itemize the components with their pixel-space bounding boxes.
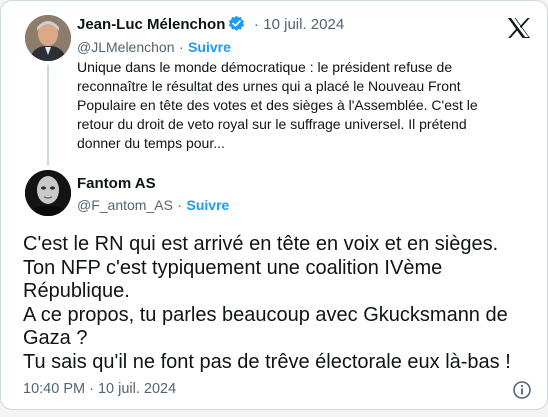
reply-text-line: Tu sais qu'il ne font pas de trêve élect… bbox=[23, 350, 511, 373]
reply-text-line: A ce propos, tu parles beaucoup avec Gku… bbox=[23, 303, 508, 326]
dot-separator: · bbox=[178, 39, 184, 55]
reply-author-name[interactable]: Fantom AS bbox=[77, 175, 156, 192]
dot-separator: · bbox=[177, 197, 183, 213]
x-logo-icon[interactable] bbox=[507, 17, 531, 39]
reply-timestamp[interactable]: 10:40 PM · 10 juil. 2024 bbox=[23, 381, 176, 397]
avatar-image bbox=[25, 15, 71, 61]
dot-separator: · bbox=[253, 16, 259, 33]
quoted-handle-row: @JLMelenchon · Suivre bbox=[77, 37, 231, 58]
quoted-date[interactable]: 10 juil. 2024 bbox=[263, 16, 344, 33]
avatar-jlmelenchon[interactable] bbox=[25, 15, 71, 61]
tweet-card: Jean-Luc Mélenchon · 10 juil. 2024 @JLMe… bbox=[0, 0, 548, 410]
info-icon[interactable] bbox=[512, 380, 532, 400]
quoted-handle[interactable]: @JLMelenchon bbox=[77, 39, 175, 55]
reply-text-line: Gaza ? bbox=[23, 327, 88, 349]
quoted-tweet-text: Unique dans le monde démocratique : le p… bbox=[77, 59, 478, 151]
reply-handle[interactable]: @F_antom_AS bbox=[77, 197, 173, 213]
reply-text-line: C'est le RN qui est arrivé en tête en vo… bbox=[23, 233, 499, 255]
follow-button[interactable]: Suivre bbox=[188, 39, 231, 55]
verified-badge-icon bbox=[229, 15, 245, 31]
reply-header: Fantom AS bbox=[77, 174, 156, 194]
avatar-fantom-as[interactable] bbox=[25, 170, 71, 216]
thread-line bbox=[47, 65, 49, 165]
quoted-author-name[interactable]: Jean-Luc Mélenchon bbox=[77, 16, 225, 33]
reply-text-line: République. bbox=[23, 280, 130, 302]
reply-text-line: Ton NFP c'est typiquement une coalition … bbox=[23, 256, 443, 279]
follow-button[interactable]: Suivre bbox=[187, 197, 230, 213]
avatar-image bbox=[25, 170, 71, 216]
reply-tweet-text: C'est le RN qui est arrivé en tête en vo… bbox=[23, 233, 523, 374]
reply-handle-row: @F_antom_AS · Suivre bbox=[77, 195, 229, 216]
quoted-header: Jean-Luc Mélenchon · 10 juil. 2024 bbox=[77, 15, 344, 35]
